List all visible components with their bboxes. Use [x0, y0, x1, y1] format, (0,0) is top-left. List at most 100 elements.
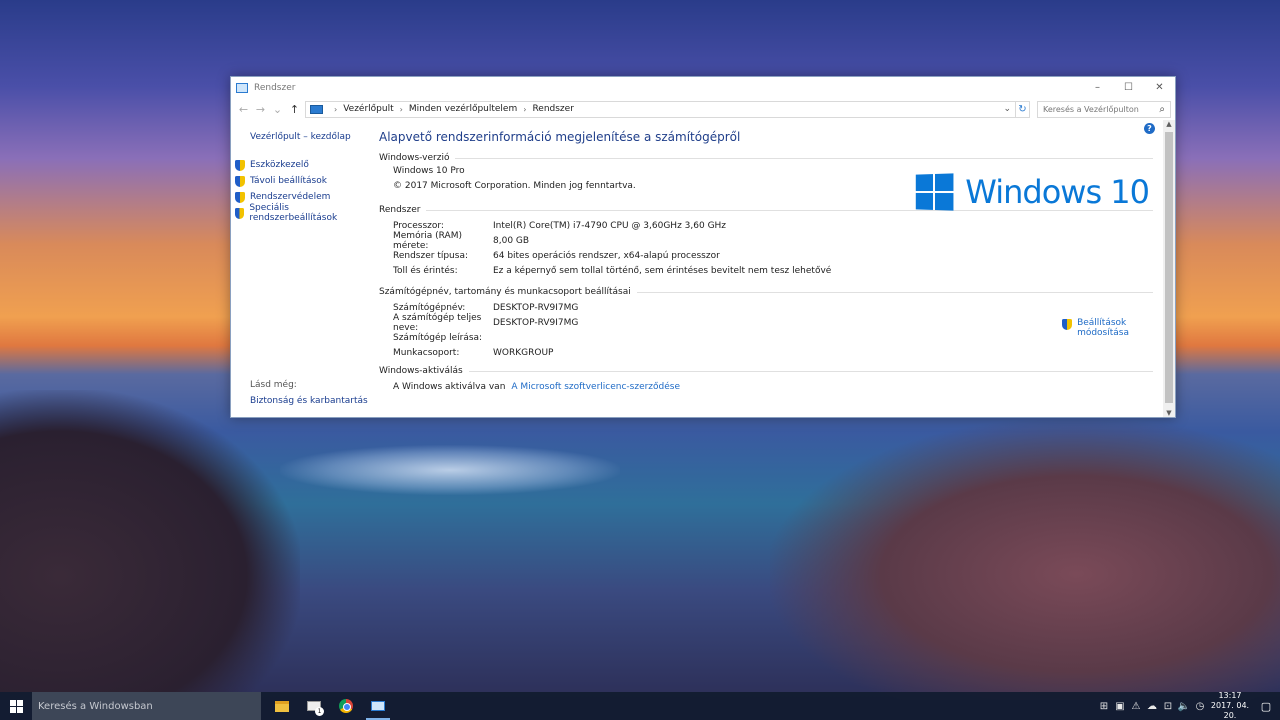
wallpaper-wave	[280, 445, 620, 495]
breadcrumb-system[interactable]: Rendszer	[532, 104, 573, 114]
breadcrumb-all-items[interactable]: Minden vezérlőpultelem	[409, 104, 517, 114]
system-app-icon	[371, 701, 385, 711]
uac-shield-icon	[235, 175, 245, 187]
row-label: Toll és érintés:	[393, 265, 458, 276]
uac-shield-icon	[235, 159, 245, 171]
taskbar-system-window[interactable]	[362, 692, 394, 720]
search-box[interactable]: Keresés a Vezérlőpulton ⌕	[1037, 100, 1171, 118]
taskbar-search-input[interactable]: Keresés a Windowsban	[38, 701, 153, 712]
security-maintenance-link[interactable]: Biztonság és karbantartás	[250, 396, 368, 406]
taskbar-chrome[interactable]	[330, 692, 362, 720]
back-button[interactable]: ←	[235, 103, 252, 116]
row-value: 64 bites operációs rendszer, x64-alapú p…	[493, 250, 720, 261]
clock[interactable]: 13:17 2017. 04. 20.	[1208, 691, 1252, 720]
volume-icon[interactable]: 🔈	[1176, 701, 1192, 712]
window-title: Rendszer	[254, 82, 296, 93]
taskbar-apps: 1	[266, 692, 394, 720]
windows-10-wordmark: Windows 10	[965, 173, 1150, 211]
chrome-icon	[339, 699, 353, 713]
address-dropdown-icon[interactable]: ⌄	[1003, 104, 1011, 114]
scroll-down-icon[interactable]: ▼	[1163, 409, 1175, 417]
close-button[interactable]: ✕	[1144, 77, 1175, 98]
window-controls: – ☐ ✕	[1082, 77, 1175, 98]
task-label: Eszközkezelő	[250, 160, 309, 170]
section-divider	[455, 157, 1153, 159]
breadcrumb-separator: ›	[523, 104, 527, 114]
breadcrumb-separator: ›	[334, 104, 338, 114]
change-settings-line1: Beállítások	[1077, 318, 1127, 328]
section-system-title: Rendszer	[379, 205, 421, 215]
section-activation: Windows-aktiválás	[379, 366, 1153, 376]
task-label: Távoli beállítások	[250, 176, 327, 186]
control-panel-home-link[interactable]: Vezérlőpult – kezdőlap	[235, 132, 371, 142]
change-settings-line2: módosítása	[1077, 328, 1129, 338]
scrollbar-thumb[interactable]	[1165, 132, 1173, 403]
clock-date: 2017. 04. 20.	[1210, 701, 1250, 720]
forward-button[interactable]: →	[252, 103, 269, 116]
activation-row: A Windows aktiválva van A Microsoft szof…	[379, 379, 1153, 394]
windows-10-logo: Windows 10	[915, 173, 1150, 211]
vertical-scrollbar[interactable]: ▲ ▼	[1163, 120, 1175, 417]
wallpaper-rocks-left	[0, 390, 300, 700]
search-icon[interactable]: ⌕	[1159, 104, 1165, 115]
row-label: A számítógép teljes neve:	[393, 312, 482, 333]
maximize-button[interactable]: ☐	[1113, 77, 1144, 98]
section-edition-title: Windows-verzió	[379, 153, 450, 163]
wallpaper-rocks-right	[770, 420, 1280, 700]
taskbar-search[interactable]: Keresés a Windowsban	[32, 692, 261, 720]
address-bar[interactable]: › Vezérlőpult › Minden vezérlőpultelem ›…	[305, 100, 1016, 118]
action-center-icon[interactable]: ▢	[1252, 700, 1280, 713]
system-window: Rendszer – ☐ ✕ ← → ⌄ ↑ › Vezérlőpult › M…	[230, 76, 1176, 418]
scroll-up-icon[interactable]: ▲	[1163, 120, 1175, 128]
row-value: DESKTOP-RV9I7MG	[493, 302, 579, 313]
breadcrumb-control-panel[interactable]: Vezérlőpult	[343, 104, 393, 114]
tray-warning-icon[interactable]: ⚠	[1128, 701, 1144, 712]
section-edition: Windows-verzió	[379, 153, 1153, 163]
task-pane: Vezérlőpult – kezdőlap Eszközkezelő Távo…	[231, 120, 371, 417]
refresh-button[interactable]: ↻	[1016, 100, 1030, 118]
uac-shield-icon	[1062, 319, 1073, 330]
minimize-button[interactable]: –	[1082, 77, 1113, 98]
row-label: Munkacsoport:	[393, 347, 460, 358]
computer-row: Számítógépnév: DESKTOP-RV9I7MG	[379, 300, 1153, 315]
network-icon[interactable]: ⊡	[1160, 701, 1176, 712]
onedrive-icon[interactable]: ☁	[1144, 701, 1160, 712]
section-divider	[636, 291, 1153, 293]
license-terms-link[interactable]: A Microsoft szoftverlicenc-szerződése	[511, 382, 680, 392]
system-row: Toll és érintés: Ez a képernyő sem tolla…	[379, 263, 1153, 278]
change-settings-label: Beállítások módosítása	[1077, 318, 1129, 338]
help-button[interactable]: ?	[1144, 123, 1155, 134]
row-value: Ez a képernyő sem tollal történő, sem ér…	[493, 265, 832, 276]
mail-badge: 1	[315, 707, 324, 716]
windows-logo-icon	[916, 173, 954, 211]
row-label: Számítógépnév:	[393, 302, 466, 313]
section-computer-title: Számítógépnév, tartomány és munkacsoport…	[379, 287, 631, 297]
taskbar-file-explorer[interactable]	[266, 692, 298, 720]
section-activation-title: Windows-aktiválás	[379, 366, 463, 376]
folder-icon	[275, 700, 289, 712]
tray-app-icon[interactable]: ⊞	[1096, 701, 1112, 712]
up-button[interactable]: ↑	[286, 103, 303, 116]
system-row: Memória (RAM) mérete: 8,00 GB	[379, 231, 1153, 251]
main-panel: ? Alapvető rendszerinformáció megjelenít…	[371, 120, 1163, 417]
task-device-manager[interactable]: Eszközkezelő	[235, 157, 371, 173]
task-label: Speciális rendszerbeállítások	[249, 203, 338, 223]
section-divider	[468, 370, 1153, 372]
task-advanced-settings[interactable]: Speciális rendszerbeállítások	[235, 203, 371, 223]
uac-shield-icon	[235, 191, 245, 203]
recent-locations-button[interactable]: ⌄	[269, 103, 286, 116]
task-remote-settings[interactable]: Távoli beállítások	[235, 173, 371, 189]
language-icon[interactable]: ◷	[1192, 701, 1208, 712]
system-row: Processzor: Intel(R) Core(TM) i7-4790 CP…	[379, 218, 1153, 233]
change-settings-link[interactable]: Beállítások módosítása	[1062, 318, 1129, 338]
search-input[interactable]: Keresés a Vezérlőpulton	[1043, 105, 1159, 114]
start-button[interactable]	[0, 692, 32, 720]
tray-device-icon[interactable]: ▣	[1112, 701, 1128, 712]
taskbar-mail[interactable]: 1	[298, 692, 330, 720]
breadcrumb-separator: ›	[399, 104, 403, 114]
computer-row: Számítógép leírása:	[379, 330, 1153, 345]
activation-status: A Windows aktiválva van	[393, 381, 506, 392]
title-bar[interactable]: Rendszer – ☐ ✕	[231, 77, 1175, 98]
see-also-label: Lásd még:	[250, 380, 297, 390]
system-tray: ⊞ ▣ ⚠ ☁ ⊡ 🔈 ◷ 13:17 2017. 04. 20. ▢	[1096, 691, 1280, 720]
